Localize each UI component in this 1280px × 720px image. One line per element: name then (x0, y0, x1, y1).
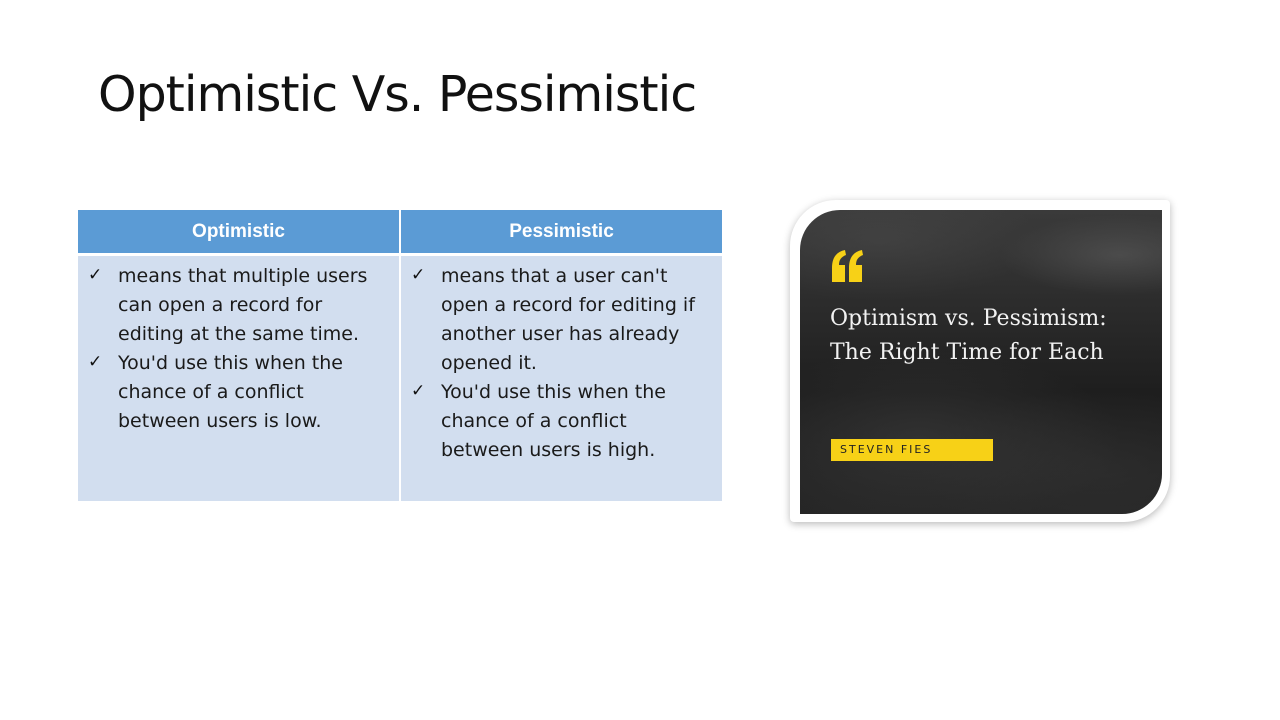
check-icon: ✓ (411, 265, 426, 285)
check-icon: ✓ (411, 381, 426, 401)
cell-optimistic: ✓ means that multiple users can open a r… (78, 254, 401, 501)
pessimistic-bullet-list: ✓ means that a user can't open a record … (411, 262, 708, 465)
list-item: ✓ You'd use this when the chance of a co… (88, 349, 385, 436)
bullet-text: You'd use this when the chance of a conf… (441, 381, 666, 461)
card-title-line-2: The Right Time for Each (830, 340, 1104, 365)
comparison-table: Optimistic Pessimistic ✓ means that mult… (78, 210, 722, 501)
header-pessimistic: Pessimistic (400, 210, 722, 256)
check-icon: ✓ (88, 352, 103, 372)
list-item: ✓ means that multiple users can open a r… (88, 262, 385, 349)
header-optimistic: Optimistic (78, 210, 401, 256)
table-header-row: Optimistic Pessimistic (78, 210, 722, 256)
check-icon: ✓ (88, 265, 103, 285)
quote-icon (832, 250, 863, 282)
cell-pessimistic: ✓ means that a user can't open a record … (400, 254, 722, 501)
bullet-text: You'd use this when the chance of a conf… (118, 352, 343, 432)
bullet-text: means that multiple users can open a rec… (118, 265, 368, 345)
optimistic-bullet-list: ✓ means that multiple users can open a r… (88, 262, 385, 436)
slide-title: Optimistic Vs. Pessimistic (98, 66, 697, 123)
article-card: Optimism vs. Pessimism: The Right Time f… (790, 200, 1170, 522)
author-badge: STEVEN FIES (831, 439, 993, 461)
list-item: ✓ You'd use this when the chance of a co… (411, 378, 708, 465)
list-item: ✓ means that a user can't open a record … (411, 262, 708, 378)
bullet-text: means that a user can't open a record fo… (441, 265, 695, 374)
card-title: Optimism vs. Pessimism: The Right Time f… (830, 302, 1150, 370)
card-title-line-1: Optimism vs. Pessimism: (830, 306, 1107, 331)
card-image: Optimism vs. Pessimism: The Right Time f… (800, 210, 1162, 514)
table-row: ✓ means that multiple users can open a r… (78, 254, 722, 501)
